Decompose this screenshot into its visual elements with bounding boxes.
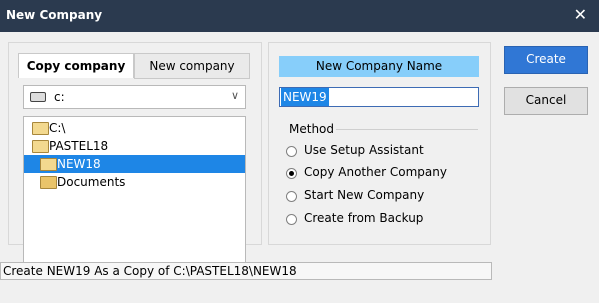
radio-label: Copy Another Company (304, 165, 447, 179)
cancel-button[interactable]: Cancel (504, 87, 588, 115)
tab-new-company[interactable]: New company (134, 53, 250, 79)
dialog-body: Copy company New company c: ∨ C:\ PASTEL… (0, 32, 599, 303)
chevron-down-icon: ∨ (230, 89, 239, 102)
radio-icon (286, 191, 297, 202)
drive-icon (30, 92, 46, 102)
folder-open-icon (32, 122, 49, 135)
window-title: New Company (6, 8, 103, 22)
tree-item-label: Documents (57, 175, 126, 189)
folder-tree[interactable]: C:\ PASTEL18 NEW18 Documents (23, 116, 246, 275)
new-company-name-header: New Company Name (279, 56, 479, 77)
company-name-value: NEW19 (281, 88, 329, 106)
create-button[interactable]: Create (504, 46, 588, 74)
radio-label: Create from Backup (304, 211, 424, 225)
folder-icon (40, 176, 57, 189)
status-text: Create NEW19 As a Copy of C:\PASTEL18\NE… (3, 264, 297, 278)
folder-open-icon (40, 158, 57, 171)
radio-icon (286, 214, 297, 225)
radio-label: Use Setup Assistant (304, 143, 424, 157)
title-bar: New Company ✕ (0, 0, 599, 32)
drive-value: c: (54, 90, 65, 104)
tree-item-label: NEW18 (57, 157, 101, 171)
tab-label: New company (149, 59, 235, 73)
tab-copy-company[interactable]: Copy company (18, 53, 134, 78)
method-divider (336, 129, 478, 130)
status-bar: Create NEW19 As a Copy of C:\PASTEL18\NE… (0, 262, 492, 280)
close-icon[interactable]: ✕ (574, 6, 587, 24)
tree-item-root[interactable]: C:\ (24, 119, 245, 137)
tree-item-new18[interactable]: NEW18 (24, 155, 245, 173)
method-label: Method (289, 122, 335, 136)
drive-select[interactable]: c: ∨ (23, 85, 246, 109)
tree-item-documents[interactable]: Documents (24, 173, 245, 191)
tree-item-label: PASTEL18 (49, 139, 109, 153)
tree-item-pastel18[interactable]: PASTEL18 (24, 137, 245, 155)
radio-checked-icon (286, 168, 297, 179)
radio-label: Start New Company (304, 188, 425, 202)
tree-item-label: C:\ (49, 121, 66, 135)
tab-label: Copy company (26, 59, 126, 73)
radio-icon (286, 146, 297, 157)
folder-open-icon (32, 140, 49, 153)
company-name-field[interactable]: NEW19 (279, 87, 479, 107)
